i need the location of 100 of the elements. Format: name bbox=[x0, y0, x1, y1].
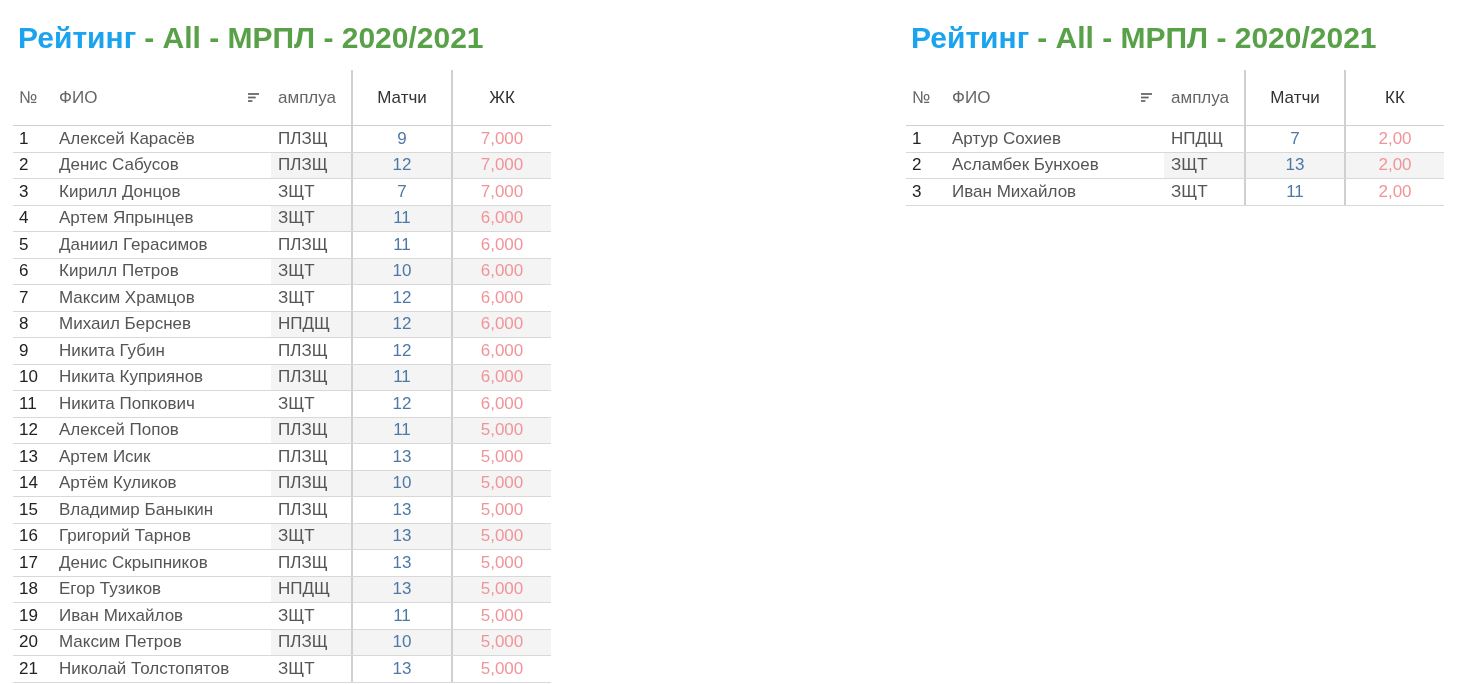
matches-cell: 7 bbox=[1290, 128, 1300, 149]
position-cell: НПДЩ bbox=[278, 314, 330, 335]
matches-cell: 11 bbox=[393, 367, 411, 388]
cards-cell: 6,000 bbox=[480, 367, 524, 388]
position-cell: ЗЩТ bbox=[1171, 181, 1208, 202]
position-cell: ЗЩТ bbox=[278, 526, 315, 547]
player-name-cell: Максим Петров bbox=[59, 632, 182, 653]
player-name-cell: Алексей Карасёв bbox=[59, 128, 195, 149]
rank-cell: 7 bbox=[19, 287, 29, 308]
player-name-cell: Артем Япрынцев bbox=[59, 208, 194, 229]
rank-cell: 20 bbox=[19, 632, 38, 653]
rank-cell: 16 bbox=[19, 526, 38, 547]
player-name-cell: Асламбек Бунхоев bbox=[952, 155, 1099, 176]
cards-cell: 5,000 bbox=[480, 632, 524, 653]
player-name-cell: Даниил Герасимов bbox=[59, 234, 208, 255]
position-cell: ПЛЗЩ bbox=[278, 473, 328, 494]
player-name-cell: Михаил Берснев bbox=[59, 314, 191, 335]
position-cell: ПЛЗЩ bbox=[278, 340, 328, 361]
cards-cell: 2,00 bbox=[1378, 128, 1412, 149]
title-filter: - All - МРПЛ - 2020/2021 bbox=[1037, 21, 1377, 54]
matches-cell: 13 bbox=[392, 552, 412, 573]
rank-cell: 18 bbox=[19, 579, 38, 600]
rank-cell: 2 bbox=[19, 155, 29, 176]
rank-cell: 21 bbox=[19, 658, 38, 679]
rank-cell: 1 bbox=[912, 128, 922, 149]
cards-cell: 5,000 bbox=[480, 526, 524, 547]
player-name-cell: Иван Михайлов bbox=[952, 181, 1077, 202]
position-cell: ЗЩТ bbox=[278, 261, 315, 282]
position-cell: ЗЩТ bbox=[278, 605, 315, 626]
rank-cell: 17 bbox=[19, 552, 38, 573]
player-name-cell: Никита Куприянов bbox=[59, 367, 204, 388]
cards-cell: 6,000 bbox=[480, 234, 524, 255]
position-cell: ЗЩТ bbox=[278, 393, 315, 414]
rank-cell: 3 bbox=[912, 181, 922, 202]
player-name-cell: Григорий Тарнов bbox=[59, 526, 192, 547]
rank-cell: 10 bbox=[19, 367, 38, 388]
position-cell: ПЛЗЩ bbox=[278, 446, 328, 467]
cards-cell: 6,000 bbox=[480, 393, 524, 414]
matches-cell: 11 bbox=[393, 234, 411, 255]
cards-header: ЖК bbox=[489, 87, 515, 108]
position-cell: ПЛЗЩ bbox=[278, 632, 328, 653]
player-name-cell: Никита Попкович bbox=[59, 393, 195, 414]
rank-cell: 19 bbox=[19, 605, 38, 626]
title-word: Рейтинг bbox=[911, 21, 1030, 54]
rank-cell: 14 bbox=[19, 473, 38, 494]
player-name-cell: Владимир Баныкин bbox=[59, 499, 214, 520]
rank-cell: 5 bbox=[19, 234, 29, 255]
matches-cell: 9 bbox=[397, 128, 407, 149]
player-name-cell: Артем Исик bbox=[59, 446, 151, 467]
cards-cell: 5,000 bbox=[480, 552, 524, 573]
cards-cell: 7,000 bbox=[480, 155, 524, 176]
player-name-cell: Кирилл Донцов bbox=[59, 181, 181, 202]
cards-cell: 6,000 bbox=[480, 287, 524, 308]
matches-cell: 12 bbox=[392, 155, 412, 176]
matches-cell: 10 bbox=[392, 632, 412, 653]
rank-cell: 6 bbox=[19, 261, 29, 282]
matches-cell: 12 bbox=[392, 314, 412, 335]
rank-cell: 1 bbox=[19, 128, 29, 149]
cards-cell: 6,000 bbox=[480, 314, 524, 335]
name-header: ФИО bbox=[952, 87, 991, 108]
cards-cell: 5,000 bbox=[480, 446, 524, 467]
matches-cell: 11 bbox=[1286, 181, 1304, 202]
matches-cell: 13 bbox=[392, 658, 412, 679]
rank-cell: 13 bbox=[19, 446, 38, 467]
cards-header: КК bbox=[1385, 87, 1405, 108]
title-word: Рейтинг bbox=[18, 21, 137, 54]
position-header: амплуа bbox=[278, 87, 337, 108]
position-cell: ЗЩТ bbox=[278, 208, 315, 229]
position-cell: ПЛЗЩ bbox=[278, 128, 328, 149]
sort-icon[interactable] bbox=[248, 93, 259, 102]
rank-cell: 11 bbox=[19, 393, 37, 414]
position-cell: ЗЩТ bbox=[278, 658, 315, 679]
player-name-cell: Денис Сабусов bbox=[59, 155, 179, 176]
player-name-cell: Кирилл Петров bbox=[59, 261, 179, 282]
player-name-cell: Иван Михайлов bbox=[59, 605, 184, 626]
sort-icon[interactable] bbox=[1141, 93, 1152, 102]
player-name-cell: Никита Губин bbox=[59, 340, 165, 361]
matches-cell: 13 bbox=[392, 446, 412, 467]
cards-cell: 6,000 bbox=[480, 340, 524, 361]
rank-cell: 12 bbox=[19, 420, 38, 441]
player-name-cell: Алексей Попов bbox=[59, 420, 179, 441]
matches-cell: 13 bbox=[392, 499, 412, 520]
matches-cell: 10 bbox=[392, 261, 412, 282]
cards-cell: 6,000 bbox=[480, 261, 524, 282]
name-header: ФИО bbox=[59, 87, 98, 108]
position-cell: ЗЩТ bbox=[278, 287, 315, 308]
position-cell: ПЛЗЩ bbox=[278, 499, 328, 520]
cards-cell: 7,000 bbox=[480, 181, 524, 202]
rank-cell: 9 bbox=[19, 340, 29, 361]
matches-header: Матчи bbox=[1270, 87, 1320, 108]
position-cell: ПЛЗЩ bbox=[278, 420, 328, 441]
position-cell: ПЛЗЩ bbox=[278, 234, 328, 255]
cards-cell: 5,000 bbox=[480, 658, 524, 679]
matches-cell: 7 bbox=[397, 181, 407, 202]
matches-cell: 12 bbox=[392, 340, 412, 361]
player-name-cell: Егор Тузиков bbox=[59, 579, 162, 600]
position-cell: ПЛЗЩ bbox=[278, 552, 328, 573]
matches-cell: 12 bbox=[392, 393, 412, 414]
rank-header: № bbox=[19, 87, 38, 108]
position-cell: НПДЩ bbox=[278, 579, 330, 600]
